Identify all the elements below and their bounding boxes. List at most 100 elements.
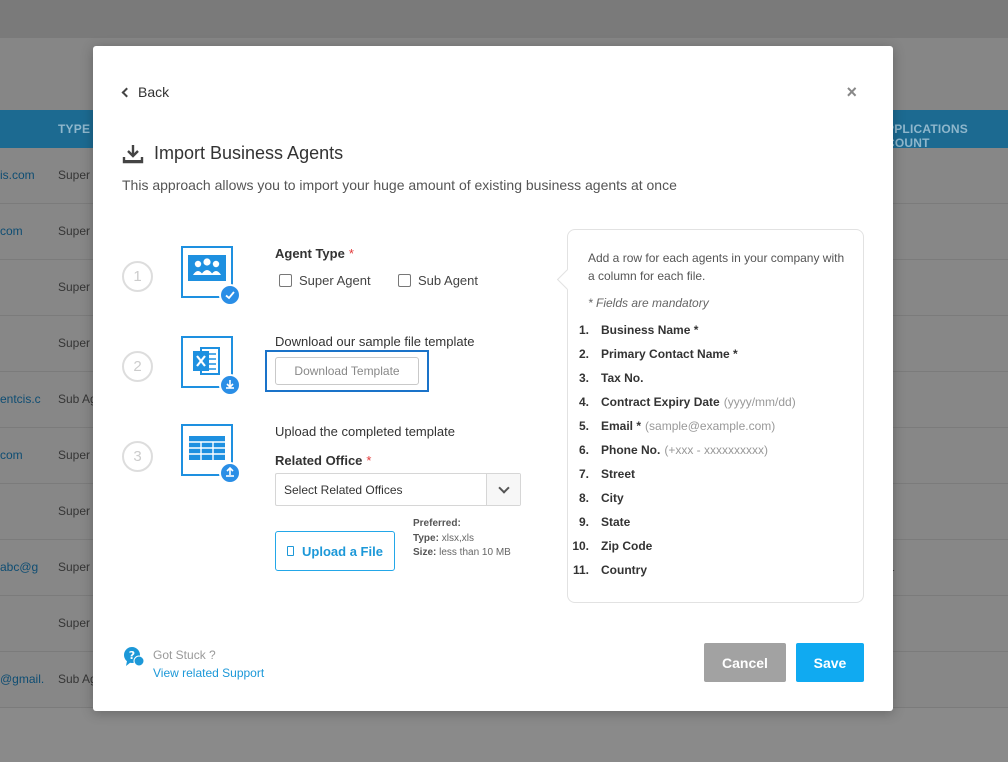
row-type: Super <box>58 504 91 518</box>
field-number: 7. <box>578 467 589 481</box>
field-list-item: 2. Primary Contact Name * <box>568 345 865 369</box>
background-top-bar <box>0 0 1008 38</box>
back-button[interactable]: Back <box>121 84 170 100</box>
download-template-button[interactable]: Download Template <box>275 357 419 385</box>
related-office-label: Related Office * <box>275 453 372 468</box>
field-list-item: 8. City <box>568 489 865 513</box>
field-name: Phone No. (+xxx - xxxxxxxxxx) <box>601 443 769 457</box>
size-label: Size: <box>413 547 437 558</box>
row-email: com <box>0 224 23 238</box>
required-mark: * <box>366 453 372 468</box>
excel-file-icon <box>181 336 241 396</box>
field-list-item: 9. State <box>568 513 865 537</box>
field-name: Zip Code <box>601 539 653 553</box>
field-list-item: 10. Zip Code <box>568 537 865 561</box>
field-list-item: 11. Country <box>568 561 865 585</box>
field-number: 4. <box>578 395 589 409</box>
field-name: Primary Contact Name * <box>601 347 738 361</box>
modal-header: Import Business Agents <box>122 143 343 164</box>
check-badge-icon <box>219 284 241 306</box>
field-list: 1. Business Name * 2. Primary Contact Name … <box>568 321 865 585</box>
download-badge-icon <box>219 374 241 396</box>
field-format-hint: (sample@example.com) <box>645 419 776 433</box>
super-agent-label: Super Agent <box>299 273 371 288</box>
field-format-hint: (+xxx - xxxxxxxxxx) <box>664 443 769 457</box>
type-value: xlsx,xls <box>441 532 474 544</box>
mandatory-note: * Fields are mandatory <box>588 296 709 310</box>
step-number-2: 2 <box>122 351 153 382</box>
sub-agent-checkbox[interactable]: Sub Agent <box>398 273 478 288</box>
file-preferences: Preferred: Type: xlsx,xls Size: less tha… <box>413 517 511 561</box>
row-type: Super <box>58 280 91 294</box>
close-icon[interactable]: × <box>846 82 857 103</box>
row-type: Super <box>58 448 91 462</box>
field-name: State <box>601 515 631 529</box>
import-icon <box>122 144 144 163</box>
field-list-item: 3. Tax No. <box>568 369 865 393</box>
field-format-hint: (yyyy/mm/dd) <box>723 395 796 409</box>
help-chat-icon: ? <box>124 647 145 667</box>
upload-file-label: Upload a File <box>302 543 383 559</box>
step-number-3: 3 <box>122 441 153 472</box>
row-email: @gmail. <box>0 672 45 686</box>
field-name: City <box>601 491 624 505</box>
chevron-down-icon[interactable] <box>486 474 520 505</box>
field-list-item: 5. Email * (sample@example.com) <box>568 417 865 441</box>
agent-type-label: Agent Type * <box>275 246 354 261</box>
field-number: 9. <box>578 515 589 529</box>
related-office-select[interactable]: Select Related Offices <box>275 473 521 506</box>
import-agents-modal: Back × Import Business Agents This appro… <box>93 46 893 711</box>
row-type: Super <box>58 224 91 238</box>
field-name: Contract Expiry Date (yyyy/mm/dd) <box>601 395 796 409</box>
related-office-value: Select Related Offices <box>284 483 403 497</box>
row-type: Super <box>58 616 91 630</box>
row-type: Super <box>58 168 91 182</box>
modal-description: This approach allows you to import your … <box>122 177 677 193</box>
row-type: Sub Ag <box>58 672 97 686</box>
checkbox-box[interactable] <box>279 274 292 287</box>
save-button[interactable]: Save <box>796 643 864 682</box>
svg-text:?: ? <box>129 649 135 662</box>
file-icon <box>287 546 295 556</box>
required-mark: * <box>348 246 354 261</box>
upload-file-button[interactable]: Upload a File <box>275 531 395 571</box>
column-header-applications-count: PPLICATIONS COUNT <box>886 122 968 150</box>
sub-agent-label: Sub Agent <box>418 273 478 288</box>
checkbox-box[interactable] <box>398 274 411 287</box>
row-email: is.com <box>0 168 35 182</box>
preferred-title: Preferred: <box>413 518 461 529</box>
field-number: 10. <box>572 539 589 553</box>
got-stuck-text: Got Stuck ? <box>153 648 216 662</box>
super-agent-checkbox[interactable]: Super Agent <box>279 273 371 288</box>
support-link[interactable]: View related Support <box>153 664 264 682</box>
field-number: 6. <box>578 443 589 457</box>
field-number: 8. <box>578 491 589 505</box>
fields-info-panel: Add a row for each agents in your compan… <box>567 229 864 603</box>
download-template-label: Download our sample file template <box>275 334 475 349</box>
row-email: abc@g <box>0 560 39 574</box>
field-number: 1. <box>578 323 589 337</box>
field-number: 11. <box>572 563 589 577</box>
field-list-item: 4. Contract Expiry Date (yyyy/mm/dd) <box>568 393 865 417</box>
field-list-item: 7. Street <box>568 465 865 489</box>
spreadsheet-grid-icon <box>181 424 241 484</box>
field-name: Street <box>601 467 636 481</box>
upload-badge-icon <box>219 462 241 484</box>
cancel-button[interactable]: Cancel <box>704 643 786 682</box>
field-name: Tax No. <box>601 371 644 385</box>
field-number: 3. <box>578 371 589 385</box>
row-type: Super <box>58 560 91 574</box>
agents-group-icon <box>181 246 241 306</box>
field-name: Country <box>601 563 647 577</box>
field-number: 5. <box>578 419 589 433</box>
row-type: Sub Ag <box>58 392 97 406</box>
back-label: Back <box>138 84 170 100</box>
size-value: less than 10 MB <box>439 547 511 558</box>
field-name: Business Name * <box>601 323 699 337</box>
column-header-type: TYPE <box>58 122 91 136</box>
row-type: Super <box>58 336 91 350</box>
row-email: entcis.c <box>0 392 41 406</box>
modal-title: Import Business Agents <box>154 143 344 163</box>
type-label: Type: <box>413 532 439 544</box>
info-intro: Add a row for each agents in your compan… <box>588 251 845 283</box>
